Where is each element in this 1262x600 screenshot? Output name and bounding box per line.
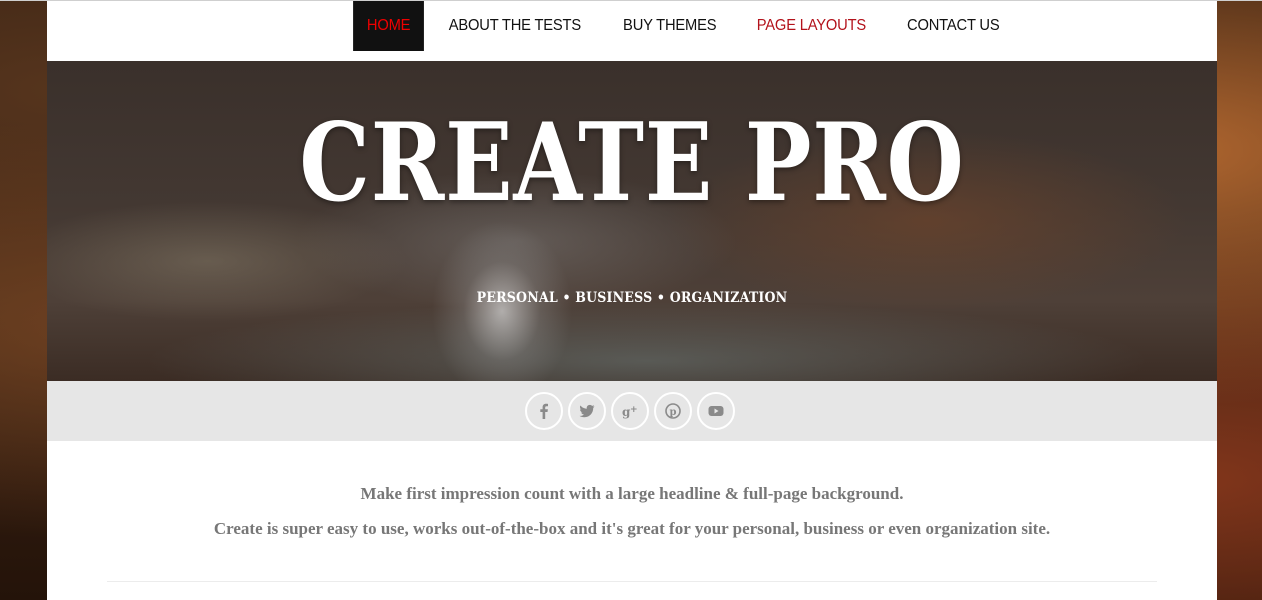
pinterest-icon: p: [665, 403, 681, 419]
nav-item-home[interactable]: HOME: [353, 1, 425, 51]
nav-item-page-layouts[interactable]: PAGE LAYOUTS: [742, 1, 881, 51]
intro-section: Make first impression count with a large…: [47, 441, 1217, 600]
youtube-icon: [708, 406, 724, 416]
intro-headline: Make first impression count with a large…: [360, 484, 904, 503]
social-links: g + p: [525, 392, 735, 430]
nav-item-about-the-tests[interactable]: ABOUT THE TESTS: [434, 1, 596, 51]
nav-item-buy-themes[interactable]: BUY THEMES: [608, 1, 731, 51]
social-bar: g + p: [47, 381, 1217, 441]
intro-description: Create is super easy to use, works out-o…: [213, 519, 1051, 538]
top-navigation: HOME ABOUT THE TESTS BUY THEMES PAGE LAY…: [47, 1, 1217, 61]
youtube-button[interactable]: [697, 392, 735, 430]
google-plus-icon: g +: [622, 405, 638, 419]
nav-menu: HOME ABOUT THE TESTS BUY THEMES PAGE LAY…: [350, 1, 1020, 51]
pinterest-button[interactable]: p: [654, 392, 692, 430]
google-plus-button[interactable]: g +: [611, 392, 649, 430]
twitter-button[interactable]: [568, 392, 606, 430]
twitter-icon: [579, 404, 595, 418]
svg-text:+: +: [630, 405, 638, 415]
facebook-icon: [540, 403, 548, 419]
hero-banner: CREATE PRO PERSONAL • BUSINESS • ORGANIZ…: [47, 61, 1217, 381]
hero-subtitle: PERSONAL • BUSINESS • ORGANIZATION: [476, 290, 788, 306]
facebook-button[interactable]: [525, 392, 563, 430]
nav-item-contact-us[interactable]: CONTACT US: [893, 1, 1015, 51]
page-container: HOME ABOUT THE TESTS BUY THEMES PAGE LAY…: [47, 1, 1217, 600]
svg-text:p: p: [670, 407, 677, 418]
section-divider: [107, 581, 1157, 582]
hero-title: CREATE PRO: [299, 100, 965, 226]
